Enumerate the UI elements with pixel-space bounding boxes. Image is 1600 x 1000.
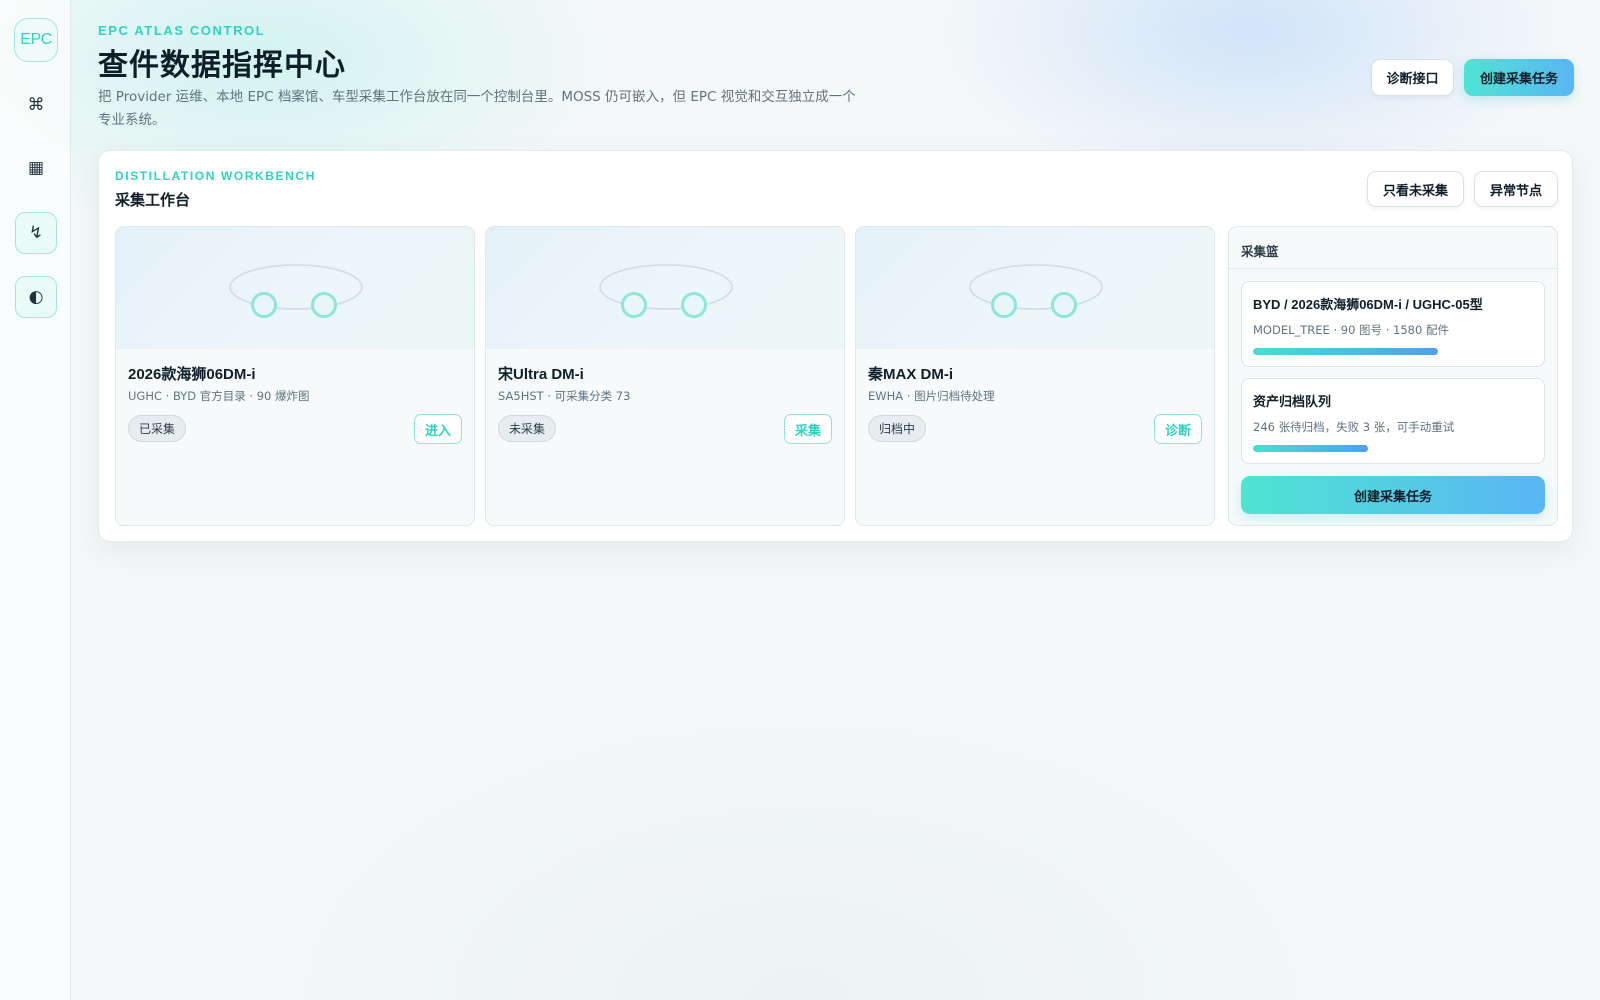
vehicle-meta: EWHA · 图片归档待处理 [868,389,995,403]
vehicle-card[interactable]: 秦MAX DM-i EWHA · 图片归档待处理 归档中 诊断 [855,226,1215,526]
job-title: BYD / 2026款海狮06DM-i / UGHC-05型 [1253,297,1483,312]
page-title: 查件数据指挥中心 [98,48,346,83]
page-description: 把 Provider 运维、本地 EPC 档案馆、车型采集工作台放在同一个控制台… [98,89,856,128]
basket-job[interactable]: 资产归档队列 246 张待归档，失败 3 张，可手动重试 [1241,378,1545,464]
diagnose-button[interactable]: 诊断 [1153,414,1202,444]
job-progress-bar [1253,445,1533,452]
job-title: 资产归档队列 [1253,394,1332,409]
vehicle-thumbnail [116,227,474,349]
status-badge: 归档中 [868,415,927,442]
workbench-eyebrow: DISTILLATION WORKBENCH [115,169,316,183]
collect-button[interactable]: 采集 [783,414,832,444]
filter-uncollected-button[interactable]: 只看未采集 [1367,171,1464,207]
grid-icon[interactable]: ▦ [15,147,57,189]
vehicle-meta: SA5HST · 可采集分类 73 [498,389,631,403]
vehicle-thumbnail [856,227,1214,349]
job-progress-fill [1253,445,1368,452]
enter-button[interactable]: 进入 [413,414,462,444]
basket-job[interactable]: BYD / 2026款海狮06DM-i / UGHC-05型 MODEL_TRE… [1241,281,1545,367]
vehicle-card[interactable]: 宋Ultra DM-i SA5HST · 可采集分类 73 未采集 采集 [485,226,845,526]
basket-create-task-button[interactable]: 创建采集任务 [1241,476,1545,514]
theme-toggle-icon[interactable]: ◐ [15,276,57,318]
job-subtitle: 246 张待归档，失败 3 张，可手动重试 [1253,420,1455,434]
vehicle-card[interactable]: 2026款海狮06DM-i UGHC · BYD 官方目录 · 90 爆炸图 已… [115,226,475,526]
vehicle-name: 宋Ultra DM-i [498,366,584,383]
diagnose-interface-button[interactable]: 诊断接口 [1371,59,1454,96]
vehicle-thumbnail [486,227,844,349]
command-icon[interactable]: ⌘ [15,84,57,126]
create-task-button[interactable]: 创建采集任务 [1464,59,1574,96]
header-eyebrow: EPC ATLAS CONTROL [98,23,266,38]
sidebar-rail: EPC ⌘ ▦ ↯ ◐ [0,0,71,1000]
basket-title: 采集篮 [1229,227,1557,269]
vehicle-name: 2026款海狮06DM-i [128,366,256,383]
job-progress-bar [1253,348,1533,355]
bolt-icon[interactable]: ↯ [15,212,57,254]
status-badge: 未采集 [498,415,557,442]
filter-abnormal-button[interactable]: 异常节点 [1474,171,1558,207]
car-outline-icon [969,264,1103,318]
workbench-panel: DISTILLATION WORKBENCH 采集工作台 只看未采集 异常节点 … [98,150,1573,542]
job-progress-fill [1253,348,1438,355]
vehicle-name: 秦MAX DM-i [868,366,953,383]
job-subtitle: MODEL_TREE · 90 图号 · 1580 配件 [1253,323,1449,337]
workbench-title: 采集工作台 [115,191,191,209]
car-outline-icon [599,264,733,318]
status-badge: 已采集 [128,415,187,442]
car-outline-icon [229,264,363,318]
collection-basket: 采集篮 BYD / 2026款海狮06DM-i / UGHC-05型 MODEL… [1228,226,1558,526]
vehicle-meta: UGHC · BYD 官方目录 · 90 爆炸图 [128,389,310,403]
epc-logo[interactable]: EPC [14,18,58,62]
